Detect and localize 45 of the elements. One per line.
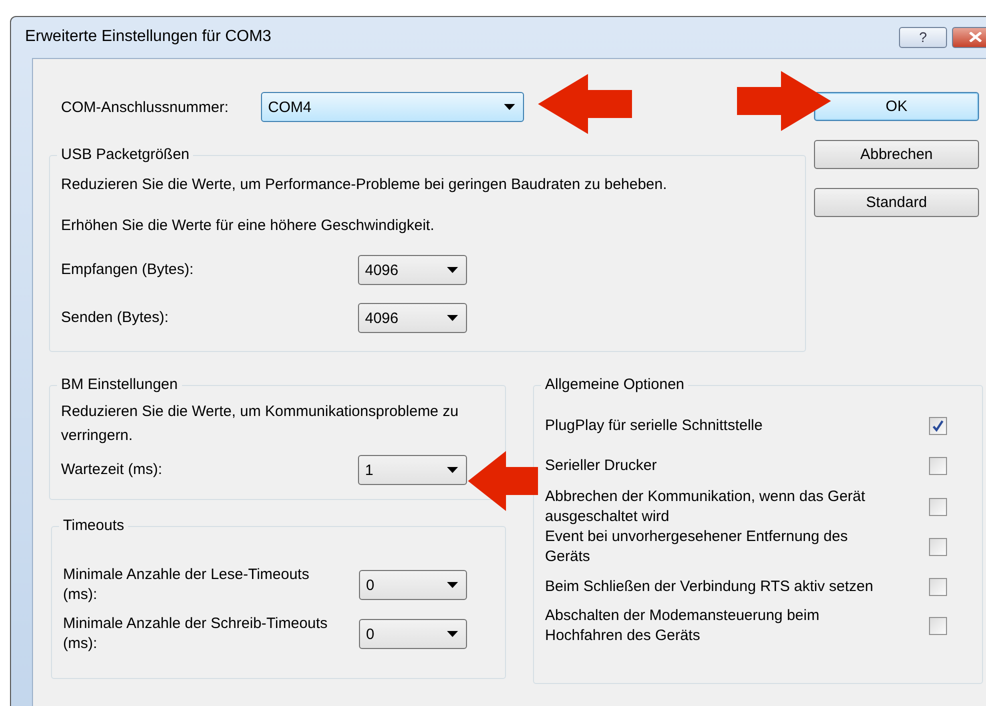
field-label: Wartezeit (ms): <box>61 460 164 480</box>
caret-icon <box>447 631 458 637</box>
field-label: Minimale Anzahle der Schreib-Timeouts (ms): <box>63 614 329 654</box>
field-label: Minimale Anzahle der Lese-Timeouts (ms): <box>63 565 310 605</box>
dropdown[interactable]: 1 <box>358 455 467 485</box>
close-button[interactable] <box>952 26 986 48</box>
description-text: Reduzieren Sie die Werte, um Performance-Probleme bei geringen Baudraten zu beheben. <box>61 174 668 194</box>
caret-icon <box>447 267 458 273</box>
group-title: Timeouts <box>62 517 126 535</box>
field-label: COM-Anschlussnummer: <box>60 98 230 116</box>
checkbox[interactable] <box>929 456 947 474</box>
dialog-button[interactable]: Standard <box>814 188 979 217</box>
dropdown[interactable]: 0 <box>359 619 467 649</box>
caret-icon <box>447 582 458 588</box>
dialog-button[interactable]: Abbrechen <box>814 140 979 169</box>
window-title: Erweiterte Einstellungen für COM3 <box>25 28 272 46</box>
help-button[interactable]: ? <box>899 26 947 48</box>
option-label: PlugPlay für serielle Schnittstelle <box>545 416 764 436</box>
dropdown[interactable]: 4096 <box>358 255 467 285</box>
dropdown[interactable]: COM4 <box>261 92 524 122</box>
description-text: Erhöhen Sie die Werte für eine höhere Geschwindigkeit. <box>61 216 436 236</box>
option-label: Serieller Drucker <box>545 456 658 476</box>
group-title: USB Packetgrößen <box>60 146 190 164</box>
checkbox[interactable] <box>929 498 947 516</box>
group-title: Allgemeine Optionen <box>544 376 686 394</box>
group-title: BM Einstellungen <box>60 376 179 394</box>
checkbox[interactable] <box>929 617 947 635</box>
caret-icon <box>447 315 458 321</box>
close-icon <box>969 32 982 42</box>
option-label: Event bei unvorhergesehener Entfernung des Geräts <box>545 527 849 567</box>
checkbox[interactable] <box>929 538 947 556</box>
callout-arrow <box>468 451 538 511</box>
option-label: Beim Schließen der Verbindung RTS aktiv setzen <box>545 576 874 596</box>
caret-icon <box>447 467 458 473</box>
field-label: Senden (Bytes): <box>61 308 170 328</box>
checkbox[interactable] <box>929 417 947 435</box>
dropdown[interactable]: 0 <box>359 570 467 600</box>
dialog-button[interactable]: OK <box>814 92 979 121</box>
option-label: Abbrechen der Kommunikation, wenn das Gerät ausgeschaltet wird <box>545 486 866 526</box>
option-label: Abschalten der Modemansteuerung beim Hochfahren des Geräts <box>545 606 820 646</box>
field-label: Empfangen (Bytes): <box>61 260 195 280</box>
checkbox[interactable] <box>929 578 947 596</box>
description-text: Reduzieren Sie die Werte, um Kommunikationsprobleme zu verringern. <box>61 402 460 446</box>
dropdown[interactable]: 4096 <box>358 303 467 333</box>
caret-icon <box>504 104 515 110</box>
